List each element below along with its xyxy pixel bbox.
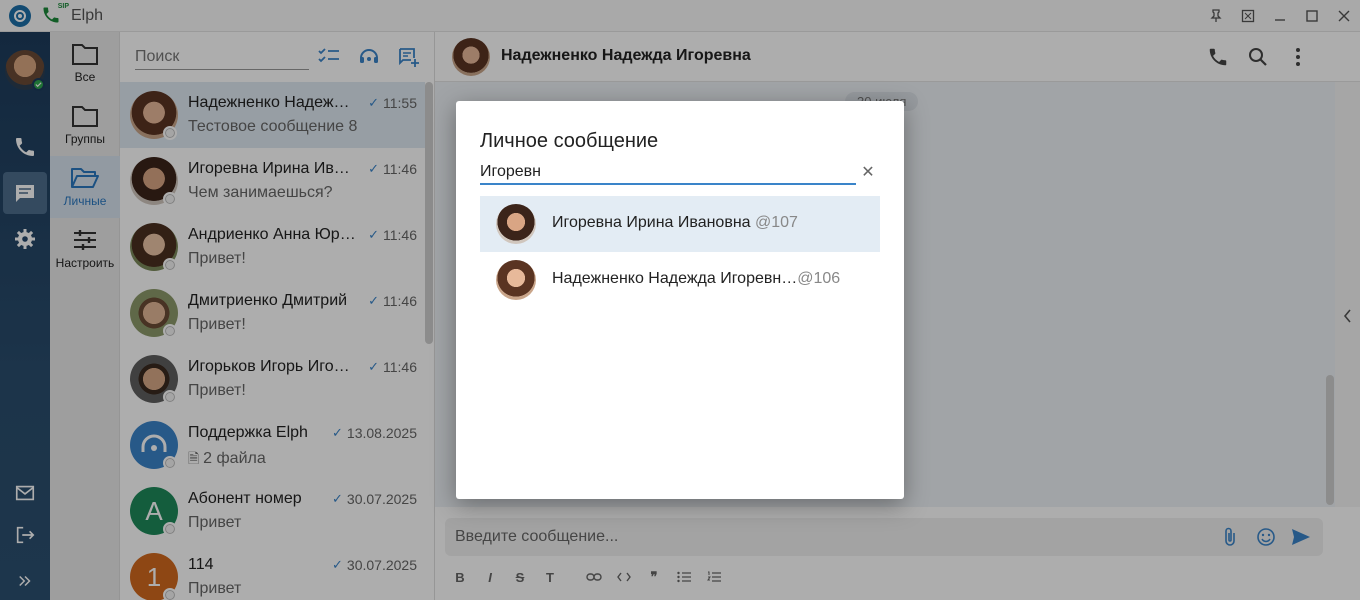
avatar xyxy=(496,260,536,300)
contact-result-item[interactable]: Надежненко Надежда Игоревн…@106 xyxy=(480,252,880,308)
contact-name-text: Надежненко Надежда Игоревн… xyxy=(552,270,798,287)
contact-handle: @107 xyxy=(755,214,798,231)
contact-name-text: Игоревна Ирина Ивановна xyxy=(552,214,751,231)
contact-result-item[interactable]: Игоревна Ирина Ивановна @107 xyxy=(480,196,880,252)
avatar xyxy=(496,204,536,244)
contact-search-input[interactable] xyxy=(480,161,856,185)
dialog-title: Личное сообщение xyxy=(480,130,659,152)
contact-handle: @106 xyxy=(797,270,841,287)
contact-name: Игоревна Ирина Ивановна @107 xyxy=(552,214,798,232)
direct-message-dialog: Личное сообщение ✕ Игоревна Ирина Иванов… xyxy=(456,101,904,499)
contact-name: Надежненко Надежда Игоревн…@106 xyxy=(552,270,840,288)
clear-search-icon[interactable]: ✕ xyxy=(858,162,878,182)
